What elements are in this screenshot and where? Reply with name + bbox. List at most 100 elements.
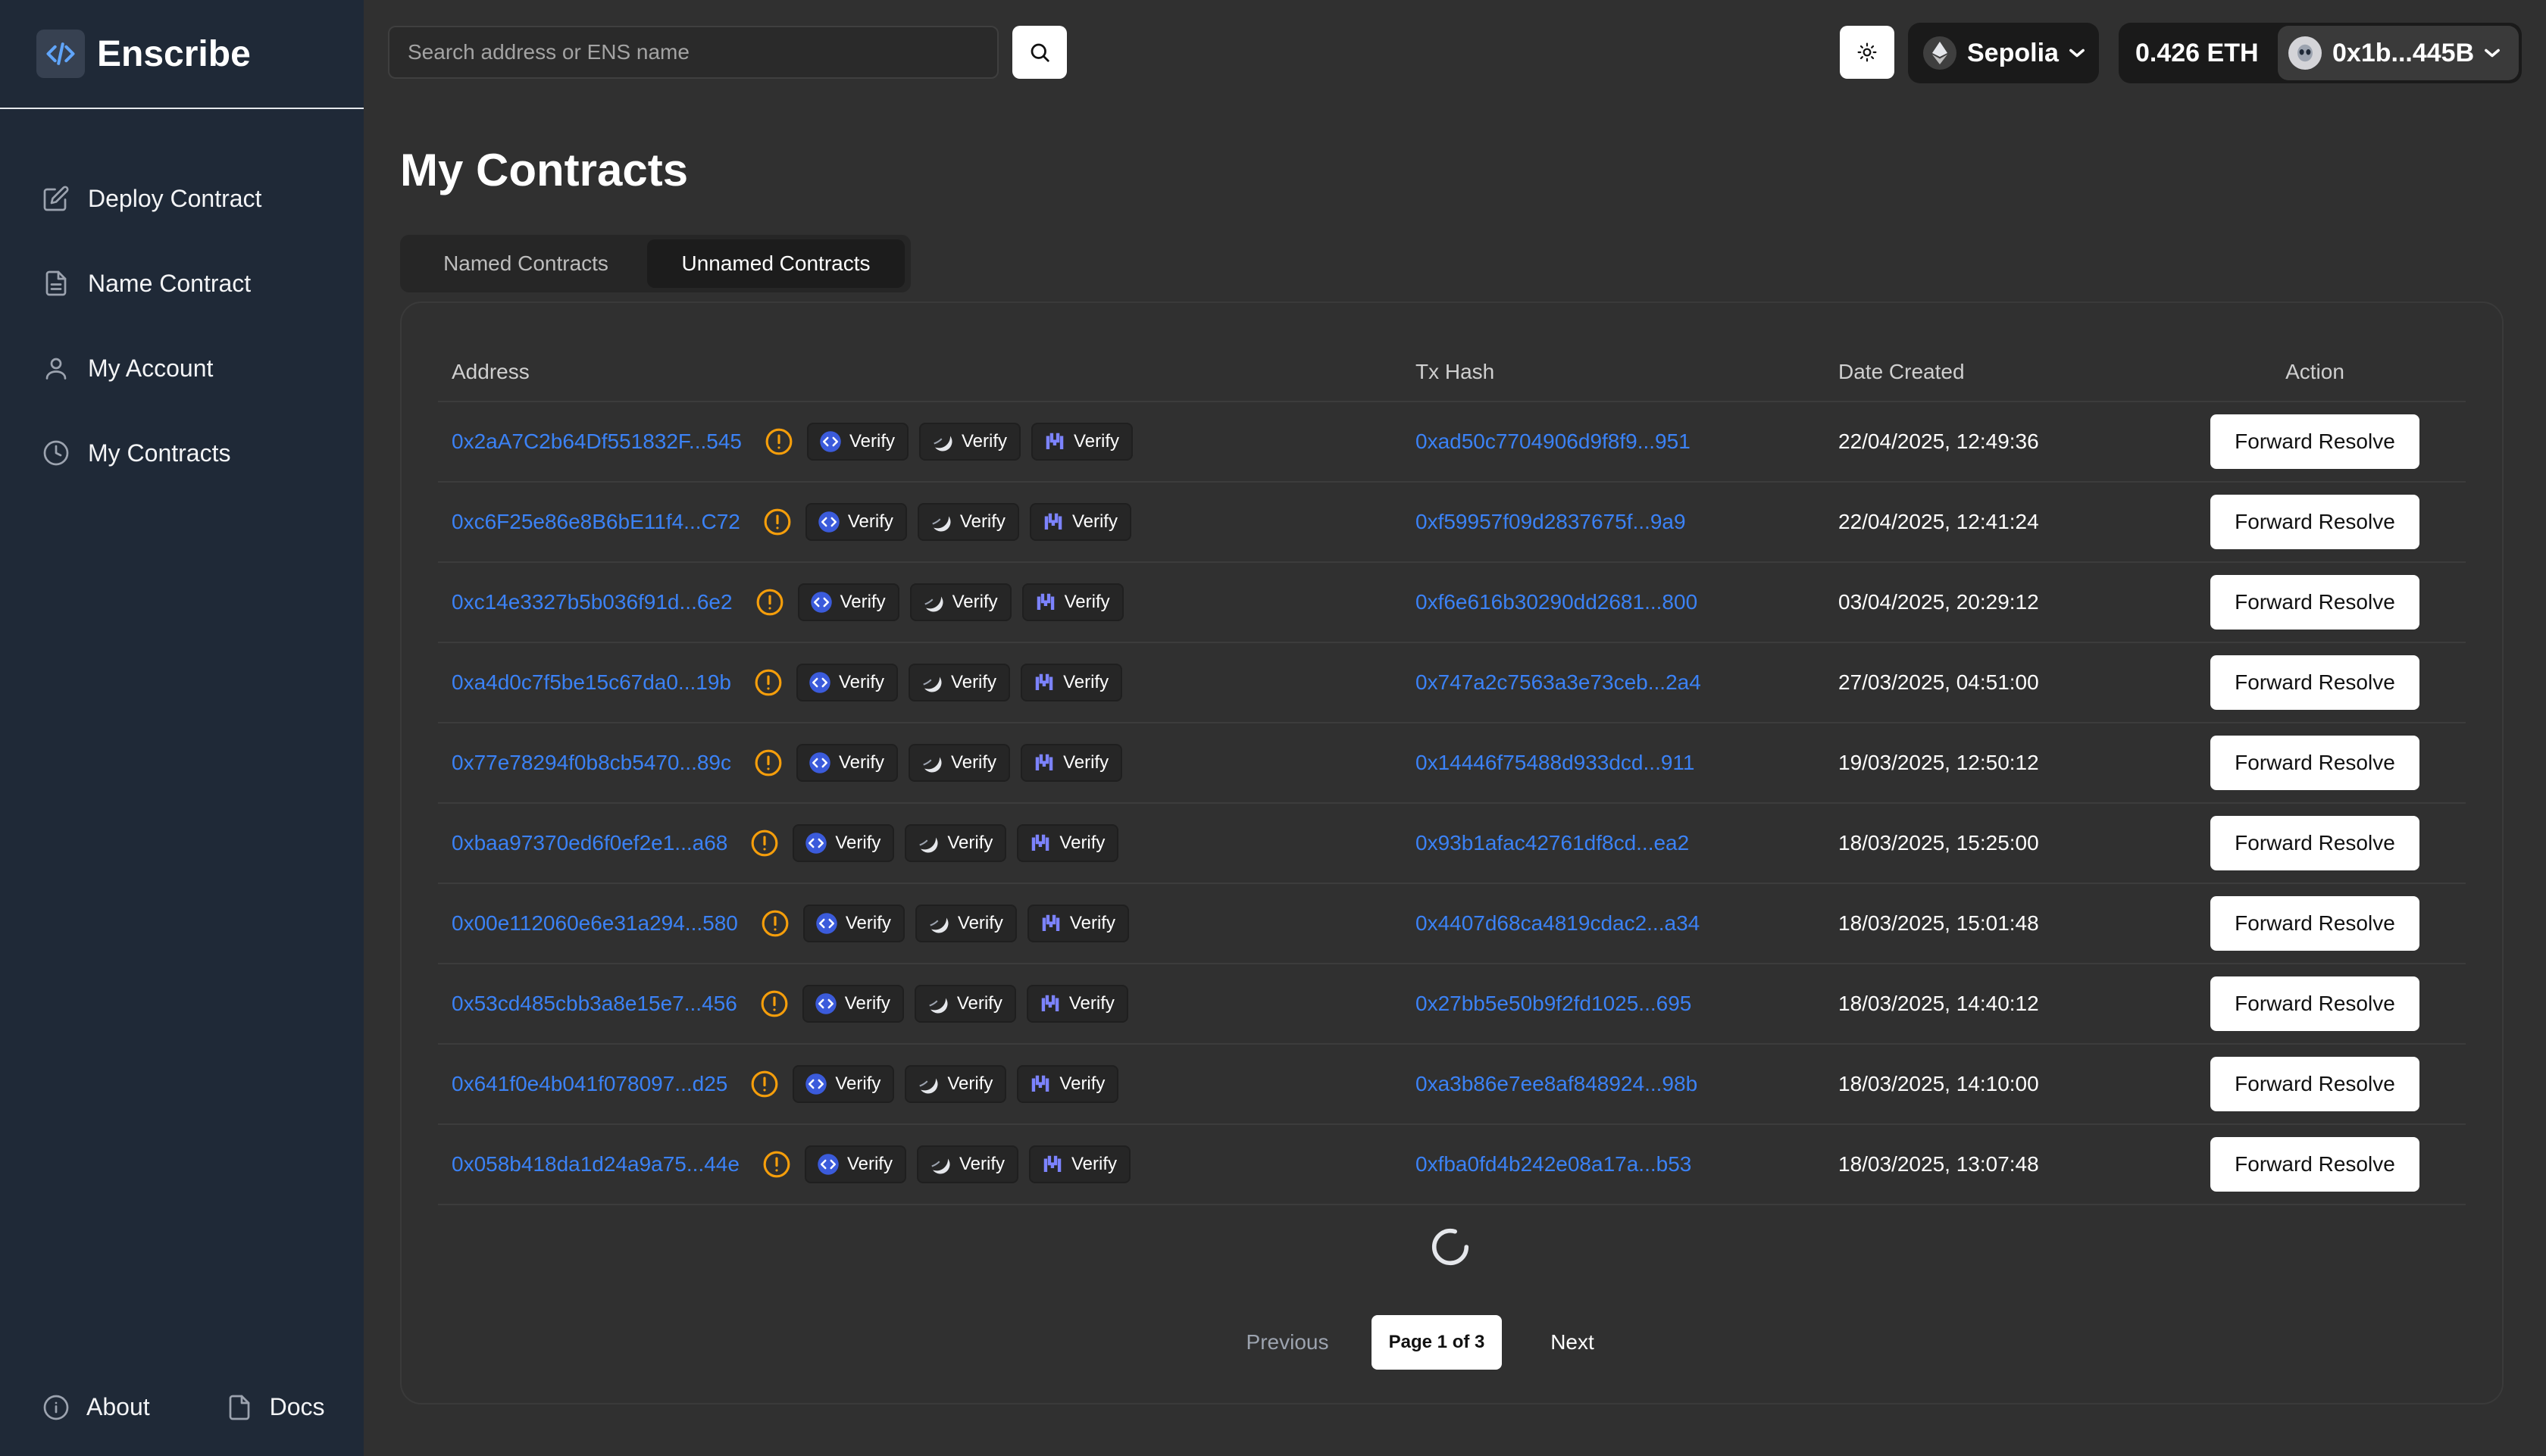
verify-blockscout-button[interactable]: Verify [1021,664,1123,701]
contract-address-link[interactable]: 0xc14e3327b5b036f91d...6e2 [452,590,733,614]
tab-unnamed-contracts[interactable]: Unnamed Contracts [647,239,905,288]
tx-hash-link[interactable]: 0xf6e616b30290dd2681...800 [1415,590,1697,614]
tx-hash-link[interactable]: 0xfba0fd4b242e08a17a...b53 [1415,1152,1691,1176]
tx-hash-link[interactable]: 0x93b1afac42761df8cd...ea2 [1415,831,1689,855]
contract-address-link[interactable]: 0x058b418da1d24a9a75...44e [452,1152,740,1176]
sourcify-icon [819,430,842,453]
verify-etherscan-button[interactable]: Verify [915,905,1017,942]
about-link[interactable]: About [42,1393,150,1421]
verify-sourcify-button[interactable]: Verify [793,1065,895,1103]
date-cell: 22/04/2025, 12:49:36 [1838,401,2164,483]
verify-blockscout-button[interactable]: Verify [1031,423,1134,461]
forward-resolve-button[interactable]: Forward Resolve [2210,575,2419,630]
tx-hash-cell: 0xf6e616b30290dd2681...800 [1415,562,1838,643]
ethereum-icon [1923,36,1956,70]
user-icon [45,358,67,380]
forward-resolve-button[interactable]: Forward Resolve [2210,1057,2419,1111]
verify-sourcify-button[interactable]: Verify [793,824,895,862]
verify-etherscan-button[interactable]: Verify [909,583,1012,621]
date-cell: 18/03/2025, 14:10:00 [1838,1044,2164,1125]
verify-blockscout-button[interactable]: Verify [1017,824,1119,862]
tx-hash-cell: 0x27bb5e50b9f2fd1025...695 [1415,964,1838,1045]
table-row: 0xbaa97370ed6f0ef2e1...a68 Verify Verify [438,803,2466,884]
address-cell: 0x058b418da1d24a9a75...44e Verify Verify [438,1124,1415,1205]
contract-address-link[interactable]: 0x2aA7C2b64Df551832F...545 [452,430,742,454]
sidebar-item-name-contract[interactable]: Name Contract [0,241,364,326]
verify-sourcify-button[interactable]: Verify [796,664,899,701]
chevron-down-icon [2069,48,2085,58]
contract-address-link[interactable]: 0x77e78294f0b8cb5470...89c [452,751,731,775]
column-header-address: Address [438,342,1415,402]
next-page-button[interactable]: Next [1502,1330,1643,1354]
forward-resolve-button[interactable]: Forward Resolve [2210,414,2419,469]
tab-named-contracts[interactable]: Named Contracts [405,239,647,288]
previous-page-button[interactable]: Previous [1231,1330,1344,1354]
forward-resolve-button[interactable]: Forward Resolve [2210,1137,2419,1192]
table-row: 0xc6F25e86e8B6bE11f4...C72 Verify Verify [438,482,2466,563]
blockscout-icon [1033,671,1056,694]
network-selector[interactable]: Sepolia [1908,23,2099,83]
verify-blockscout-button[interactable]: Verify [1021,744,1123,782]
forward-resolve-button[interactable]: Forward Resolve [2210,816,2419,870]
verify-etherscan-button[interactable]: Verify [905,824,1007,862]
theme-toggle-button[interactable] [1840,26,1894,79]
tx-hash-link[interactable]: 0xf59957f09d2837675f...9a9 [1415,510,1686,533]
sidebar-item-deploy-contract[interactable]: Deploy Contract [0,156,364,241]
contract-address-link[interactable]: 0xbaa97370ed6f0ef2e1...a68 [452,831,727,855]
contract-address-link[interactable]: 0x00e112060e6e31a294...580 [452,911,738,936]
forward-resolve-button[interactable]: Forward Resolve [2210,976,2419,1031]
verify-blockscout-button[interactable]: Verify [1029,1145,1131,1183]
verify-blockscout-button[interactable]: Verify [1027,905,1129,942]
search-input[interactable] [388,26,999,79]
address-cell: 0xbaa97370ed6f0ef2e1...a68 Verify Verify [438,803,1415,884]
verify-etherscan-button[interactable]: Verify [919,423,1021,461]
sidebar-item-my-contracts[interactable]: My Contracts [0,411,364,495]
brand[interactable]: Enscribe [0,0,364,109]
tx-hash-link[interactable]: 0x747a2c7563a3e73ceb...2a4 [1415,670,1701,694]
sidebar-item-my-account[interactable]: My Account [0,326,364,411]
verify-sourcify-button[interactable]: Verify [802,905,905,942]
verify-label: Verify [849,431,895,451]
forward-resolve-button[interactable]: Forward Resolve [2210,896,2419,951]
column-header-tx-hash: Tx Hash [1415,342,1838,402]
verify-etherscan-button[interactable]: Verify [917,503,1019,541]
address-cell: 0xc14e3327b5b036f91d...6e2 Verify Verify [438,562,1415,643]
tx-hash-cell: 0x747a2c7563a3e73ceb...2a4 [1415,642,1838,723]
table-row: 0x2aA7C2b64Df551832F...545 Verify Verify [438,401,2466,483]
contract-address-link[interactable]: 0x53cd485cbb3a8e15e7...456 [452,992,737,1016]
table-row: 0x058b418da1d24a9a75...44e Verify Verify [438,1124,2466,1205]
verify-sourcify-button[interactable]: Verify [806,423,909,461]
tx-hash-link[interactable]: 0xad50c7704906d9f8f9...951 [1415,430,1691,453]
verify-etherscan-button[interactable]: Verify [909,744,1011,782]
forward-resolve-button[interactable]: Forward Resolve [2210,655,2419,710]
sidebar: Enscribe Deploy Contract Name Contract M… [0,0,364,1456]
verify-blockscout-button[interactable]: Verify [1029,503,1131,541]
verify-etherscan-button[interactable]: Verify [916,1145,1018,1183]
forward-resolve-button[interactable]: Forward Resolve [2210,495,2419,549]
account-button[interactable]: 0x1b...445B [2278,26,2519,80]
verify-sourcify-button[interactable]: Verify [805,503,907,541]
contract-address-link[interactable]: 0xa4d0c7f5be15c67da0...19b [452,670,731,695]
etherscan-icon [921,751,943,774]
tx-hash-cell: 0xf59957f09d2837675f...9a9 [1415,482,1838,563]
tx-hash-link[interactable]: 0x4407d68ca4819cdac2...a34 [1415,911,1700,935]
tx-hash-link[interactable]: 0x27bb5e50b9f2fd1025...695 [1415,992,1691,1015]
docs-link[interactable]: Docs [226,1393,325,1421]
verify-sourcify-button[interactable]: Verify [804,1145,906,1183]
tx-hash-link[interactable]: 0xa3b86e7ee8af848924...98b [1415,1072,1697,1095]
verify-etherscan-button[interactable]: Verify [909,664,1011,701]
verify-sourcify-button[interactable]: Verify [802,985,904,1023]
verify-etherscan-button[interactable]: Verify [905,1065,1007,1103]
verify-sourcify-button[interactable]: Verify [796,744,899,782]
alien-icon [2297,44,2313,62]
search-button[interactable] [1012,26,1067,79]
contract-address-link[interactable]: 0x641f0e4b041f078097...d25 [452,1072,727,1096]
verify-blockscout-button[interactable]: Verify [1021,583,1124,621]
verify-blockscout-button[interactable]: Verify [1017,1065,1119,1103]
verify-sourcify-button[interactable]: Verify [797,583,899,621]
forward-resolve-button[interactable]: Forward Resolve [2210,736,2419,790]
contract-address-link[interactable]: 0xc6F25e86e8B6bE11f4...C72 [452,510,740,534]
verify-etherscan-button[interactable]: Verify [914,985,1016,1023]
tx-hash-link[interactable]: 0x14446f75488d933dcd...911 [1415,751,1694,774]
verify-blockscout-button[interactable]: Verify [1026,985,1128,1023]
